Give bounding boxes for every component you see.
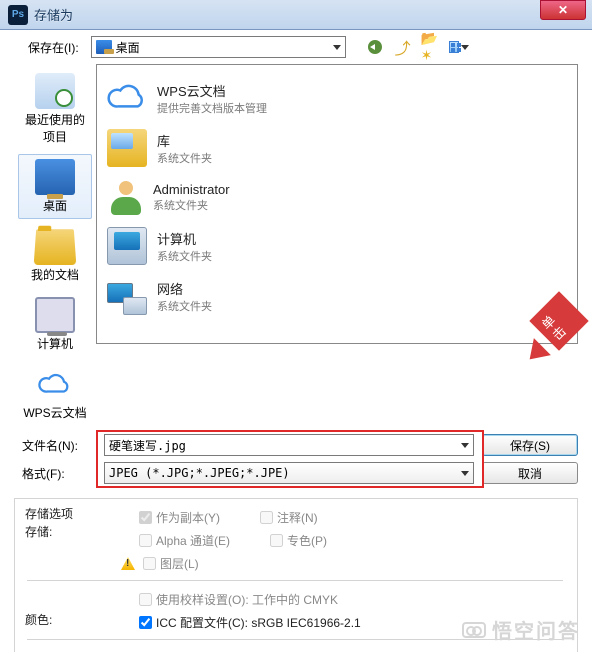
item-sub: 系统文件夹 xyxy=(157,248,212,264)
as-copy-checkbox[interactable]: 作为副本(Y) xyxy=(139,509,220,526)
sidebar-item-recent[interactable]: 最近使用的项目 xyxy=(18,68,92,150)
checkbox-label: Alpha 通道(E) xyxy=(156,532,230,549)
sidebar-item-label: WPS云文档 xyxy=(23,404,86,421)
recent-icon xyxy=(35,73,75,109)
checkbox-label: 注释(N) xyxy=(277,509,318,526)
item-name: 库 xyxy=(157,131,212,150)
new-folder-button[interactable]: 📂✶ xyxy=(420,36,442,58)
chevron-down-icon xyxy=(461,45,469,50)
user-icon xyxy=(107,179,143,215)
cloud-icon xyxy=(107,79,147,117)
item-name: 网络 xyxy=(157,279,212,298)
layers-checkbox[interactable]: 图层(L) xyxy=(143,555,199,572)
sidebar-item-desktop[interactable]: 桌面 xyxy=(18,154,92,219)
library-icon xyxy=(107,129,147,167)
location-bar: 保存在(I): 桌面 ⤴ 📂✶ xyxy=(0,30,592,64)
save-options-panel: 存储选项 存储: 作为副本(Y) 注释(N) Alpha 通道(E) 专色(P)… xyxy=(14,498,578,652)
new-folder-icon: 📂✶ xyxy=(421,30,441,64)
app-icon: Ps xyxy=(8,5,28,25)
back-icon xyxy=(368,40,382,54)
checkbox-label: 图层(L) xyxy=(160,555,199,572)
list-item[interactable]: Administrator系统文件夹 xyxy=(107,173,567,221)
options-group-label: 存储选项 xyxy=(25,505,73,522)
separator xyxy=(27,580,563,581)
places-sidebar: 最近使用的项目 桌面 我的文档 计算机 WPS云文档 xyxy=(14,64,96,426)
computer-icon xyxy=(107,227,147,265)
item-sub: 提供完善文档版本管理 xyxy=(157,100,267,116)
color-sublabel: 颜色: xyxy=(25,611,52,628)
chevron-down-icon xyxy=(333,45,341,50)
back-button[interactable] xyxy=(364,36,386,58)
titlebar: Ps 存储为 ✕ xyxy=(0,0,592,30)
chevron-down-icon xyxy=(461,471,469,476)
checkbox-label: 使用校样设置(O): 工作中的 CMYK xyxy=(156,591,338,608)
item-sub: 系统文件夹 xyxy=(153,197,230,213)
filename-input[interactable]: 硬笔速写.jpg xyxy=(104,434,474,456)
sidebar-item-label: 最近使用的项目 xyxy=(21,111,89,145)
computer-icon xyxy=(35,297,75,333)
separator xyxy=(27,639,563,640)
proof-checkbox[interactable]: 使用校样设置(O): 工作中的 CMYK xyxy=(139,591,338,608)
up-icon: ⤴ xyxy=(395,35,411,59)
sidebar-item-label: 计算机 xyxy=(37,335,73,352)
chevron-down-icon xyxy=(461,443,469,448)
filename-label: 文件名(N): xyxy=(14,437,96,454)
checkbox-label: 作为副本(Y) xyxy=(156,509,220,526)
save-sublabel: 存储: xyxy=(25,523,52,540)
sidebar-item-wpscloud[interactable]: WPS云文档 xyxy=(18,361,92,426)
sidebar-item-label: 桌面 xyxy=(43,197,67,214)
icc-checkbox[interactable]: ICC 配置文件(C): sRGB IEC61966-2.1 xyxy=(139,614,361,631)
window-title: 存储为 xyxy=(34,5,540,24)
item-sub: 系统文件夹 xyxy=(157,298,212,314)
warning-icon xyxy=(121,557,135,570)
documents-icon xyxy=(34,229,77,265)
view-icon xyxy=(449,41,459,53)
sidebar-item-computer[interactable]: 计算机 xyxy=(18,292,92,357)
list-item[interactable]: WPS云文档提供完善文档版本管理 xyxy=(107,73,567,123)
checkbox-label: ICC 配置文件(C): sRGB IEC61966-2.1 xyxy=(156,614,361,631)
alpha-checkbox[interactable]: Alpha 通道(E) xyxy=(139,532,230,549)
location-value: 桌面 xyxy=(116,39,329,56)
location-dropdown[interactable]: 桌面 xyxy=(91,36,346,58)
file-list[interactable]: WPS云文档提供完善文档版本管理 库系统文件夹 Administrator系统文… xyxy=(96,64,578,344)
close-button[interactable]: ✕ xyxy=(540,0,586,20)
cloud-icon xyxy=(35,366,75,402)
sidebar-item-documents[interactable]: 我的文档 xyxy=(18,223,92,288)
filename-value: 硬笔速写.jpg xyxy=(109,437,186,454)
item-name: Administrator xyxy=(153,182,230,197)
view-mode-button[interactable] xyxy=(448,36,470,58)
save-button[interactable]: 保存(S) xyxy=(482,434,578,456)
cancel-button[interactable]: 取消 xyxy=(482,462,578,484)
save-in-label: 保存在(I): xyxy=(28,39,79,56)
network-icon xyxy=(107,277,147,315)
desktop-icon xyxy=(35,159,75,195)
up-button[interactable]: ⤴ xyxy=(392,36,414,58)
item-name: WPS云文档 xyxy=(157,81,267,100)
notes-checkbox[interactable]: 注释(N) xyxy=(260,509,318,526)
desktop-icon xyxy=(96,40,112,54)
format-value: JPEG (*.JPG;*.JPEG;*.JPE) xyxy=(109,466,290,480)
item-name: 计算机 xyxy=(157,229,212,248)
format-dropdown[interactable]: JPEG (*.JPG;*.JPEG;*.JPE) xyxy=(104,462,474,484)
sidebar-item-label: 我的文档 xyxy=(31,266,79,283)
item-sub: 系统文件夹 xyxy=(157,150,212,166)
tutorial-callout: 单击 xyxy=(530,300,580,350)
checkbox-label: 专色(P) xyxy=(287,532,327,549)
list-item[interactable]: 计算机系统文件夹 xyxy=(107,221,567,271)
save-as-dialog: Ps 存储为 ✕ 保存在(I): 桌面 ⤴ 📂✶ 最近使用的项目 桌面 xyxy=(0,0,592,652)
list-item[interactable]: 网络系统文件夹 xyxy=(107,271,567,321)
format-label: 格式(F): xyxy=(14,465,96,482)
spot-checkbox[interactable]: 专色(P) xyxy=(270,532,327,549)
list-item[interactable]: 库系统文件夹 xyxy=(107,123,567,173)
